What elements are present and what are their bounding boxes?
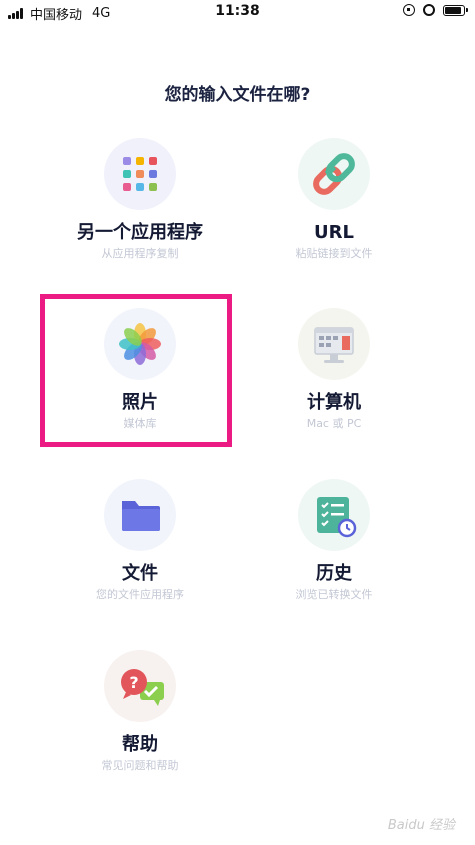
option-title: 计算机 bbox=[307, 392, 361, 413]
history-icon bbox=[298, 479, 370, 551]
option-subtitle: 浏览已转换文件 bbox=[295, 588, 373, 601]
battery-icon bbox=[443, 4, 468, 16]
option-files[interactable]: 文件 您的文件应用程序 bbox=[40, 479, 240, 602]
help-icon: ? bbox=[104, 650, 176, 722]
option-history[interactable]: 历史 浏览已转换文件 bbox=[234, 479, 434, 602]
link-icon bbox=[298, 138, 370, 210]
folder-icon bbox=[104, 479, 176, 551]
app-grid-icon bbox=[104, 138, 176, 210]
status-bar: 中国移动 4G 11:38 bbox=[0, 0, 475, 24]
orientation-lock-icon bbox=[403, 4, 415, 16]
option-title: 历史 bbox=[316, 563, 352, 584]
alarm-icon bbox=[423, 4, 435, 16]
option-subtitle: 常见问题和帮助 bbox=[101, 759, 179, 772]
page-title: 您的输入文件在哪? bbox=[164, 85, 311, 105]
option-title: URL bbox=[314, 222, 354, 243]
battery-level bbox=[445, 6, 462, 14]
option-subtitle: Mac 或 PC bbox=[306, 417, 362, 430]
option-subtitle: 您的文件应用程序 bbox=[96, 588, 184, 601]
photos-icon bbox=[104, 308, 176, 380]
option-photos[interactable]: 照片 媒体库 bbox=[40, 308, 240, 431]
option-subtitle: 粘贴链接到文件 bbox=[295, 247, 373, 260]
option-title: 帮助 bbox=[122, 734, 158, 755]
option-another-app[interactable]: 另一个应用程序 从应用程序复制 bbox=[40, 138, 240, 261]
option-title: 照片 bbox=[122, 392, 158, 413]
option-subtitle: 媒体库 bbox=[123, 417, 157, 430]
option-url[interactable]: URL 粘贴链接到文件 bbox=[234, 138, 434, 261]
option-subtitle: 从应用程序复制 bbox=[101, 247, 179, 260]
option-help[interactable]: ? 帮助 常见问题和帮助 bbox=[40, 650, 240, 773]
watermark-logo: Baidu 经验 bbox=[387, 818, 455, 833]
option-title: 另一个应用程序 bbox=[77, 222, 203, 243]
option-title: 文件 bbox=[122, 563, 158, 584]
svg-text:?: ? bbox=[129, 673, 138, 692]
option-computer[interactable]: 计算机 Mac 或 PC bbox=[234, 308, 434, 431]
computer-icon bbox=[298, 308, 370, 380]
